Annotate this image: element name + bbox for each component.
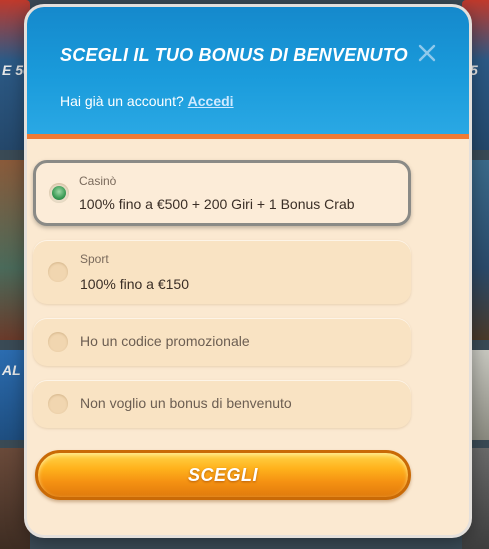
game-tile-text: AL bbox=[2, 362, 21, 378]
close-icon bbox=[418, 44, 436, 62]
modal-header: SCEGLI IL TUO BONUS DI BENVENUTO Hai già… bbox=[27, 7, 469, 139]
option-label: Sport bbox=[80, 252, 109, 266]
bonus-option-none[interactable]: Non voglio un bonus di benvenuto bbox=[33, 380, 411, 428]
bonus-options-list: Casinò 100% fino a €500 + 200 Giri + 1 B… bbox=[33, 160, 413, 442]
modal-title: SCEGLI IL TUO BONUS DI BENVENUTO bbox=[60, 45, 408, 65]
radio-button[interactable] bbox=[48, 332, 68, 352]
login-link[interactable]: Accedi bbox=[188, 93, 234, 109]
choose-button-label: SCEGLI bbox=[187, 464, 258, 485]
option-label: Non voglio un bonus di benvenuto bbox=[80, 395, 292, 411]
close-button[interactable] bbox=[415, 41, 439, 65]
account-prompt-text: Hai già un account? bbox=[60, 93, 184, 109]
option-label: Casinò bbox=[79, 174, 117, 188]
option-value: 100% fino a €500 + 200 Giri + 1 Bonus Cr… bbox=[79, 196, 355, 212]
choose-button[interactable]: SCEGLI bbox=[35, 450, 411, 500]
bonus-option-sport[interactable]: Sport 100% fino a €150 bbox=[33, 240, 411, 304]
radio-selected-indicator bbox=[52, 186, 66, 200]
option-label: Ho un codice promozionale bbox=[80, 333, 250, 349]
account-prompt-row: Hai già un account? Accedi bbox=[60, 93, 234, 109]
bonus-option-promo-code[interactable]: Ho un codice promozionale bbox=[33, 318, 411, 366]
radio-button[interactable] bbox=[48, 394, 68, 414]
radio-button[interactable] bbox=[49, 183, 69, 203]
radio-button[interactable] bbox=[48, 262, 68, 282]
bonus-option-casino[interactable]: Casinò 100% fino a €500 + 200 Giri + 1 B… bbox=[33, 160, 411, 226]
option-value: 100% fino a €150 bbox=[80, 276, 189, 292]
